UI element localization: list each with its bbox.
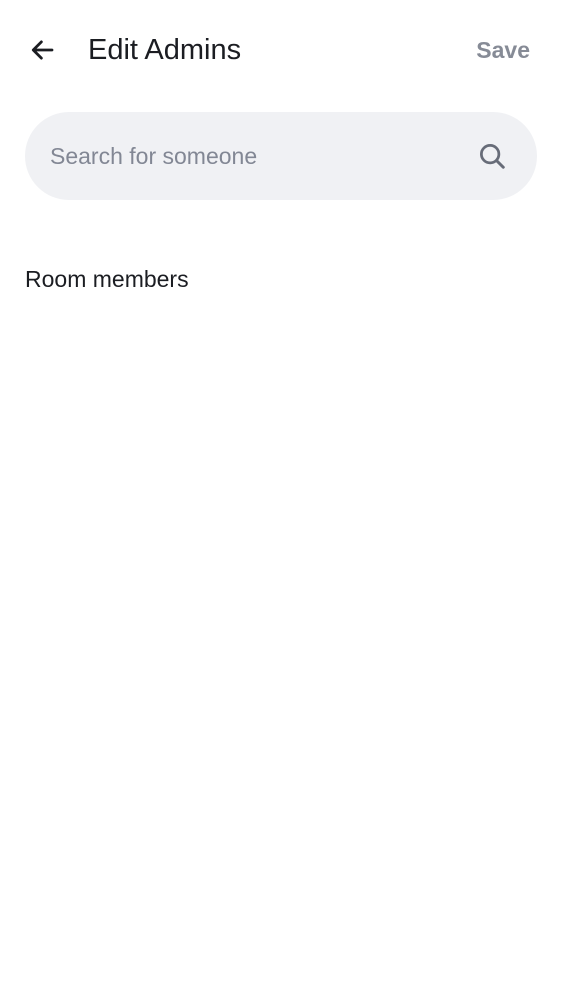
back-button[interactable] [18, 26, 66, 74]
arrow-left-icon [31, 40, 54, 60]
search-icon[interactable] [475, 139, 509, 173]
search-input[interactable] [25, 112, 465, 200]
magnifier-glyph [480, 144, 505, 169]
room-members-header: Room members [25, 266, 189, 292]
search-field[interactable] [25, 112, 537, 200]
save-button[interactable]: Save [476, 32, 530, 68]
page-title: Edit Admins [88, 34, 242, 66]
top-app-bar: Edit Admins Save [0, 0, 562, 100]
edit-admins-screen: Edit Admins Save Room members [0, 0, 562, 1000]
